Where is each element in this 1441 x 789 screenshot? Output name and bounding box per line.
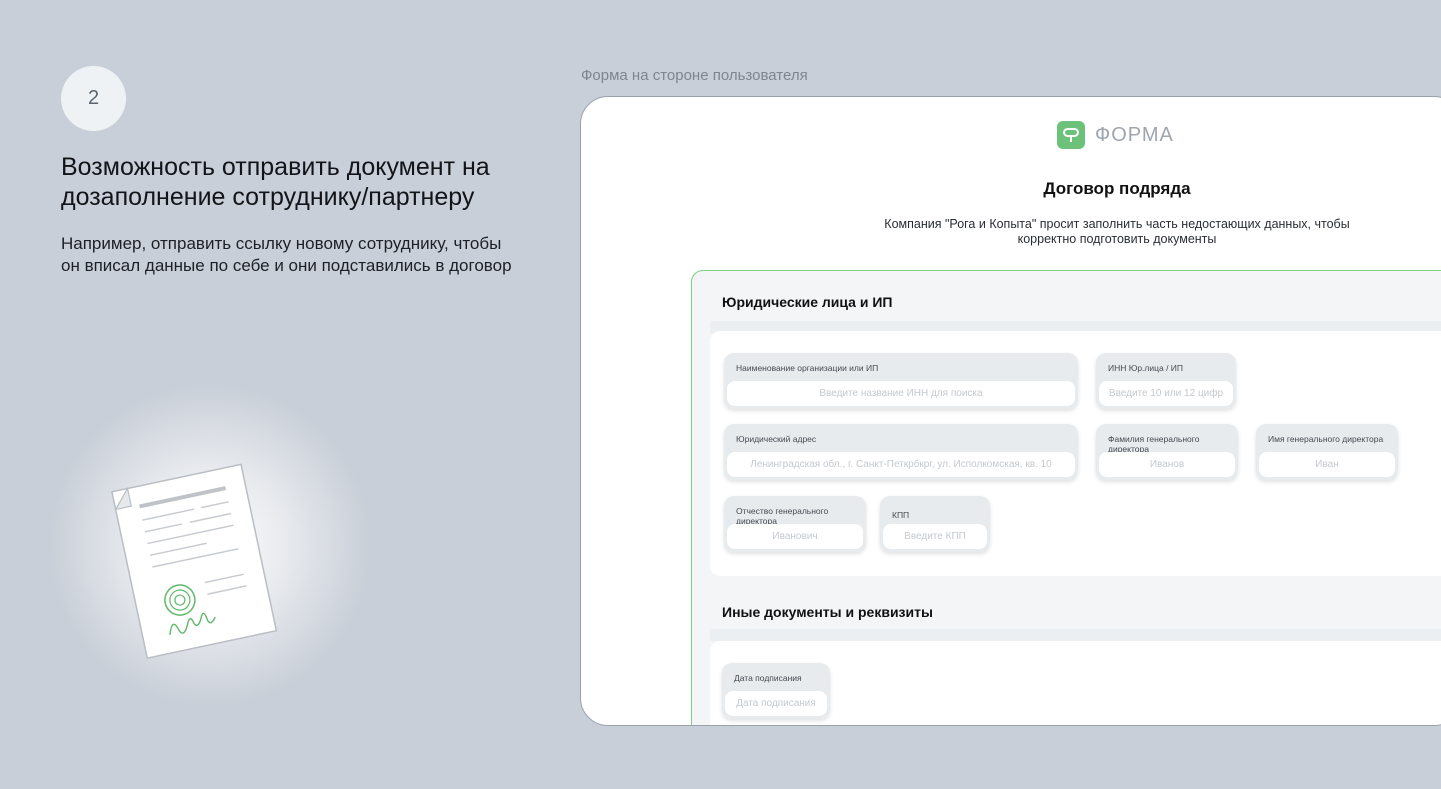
director-first-name-input[interactable]: Иван [1259,452,1395,477]
director-last-name-input[interactable]: Иванов [1099,452,1235,477]
logo-text: ФОРМА [1095,123,1174,146]
director-middle-name-input[interactable]: Иванович [727,524,863,549]
form-caption: Форма на стороне пользователя [581,67,808,84]
inn-input[interactable]: Введите 10 или 12 цифр [1099,381,1233,406]
director-first-name-field: Имя генерального директора Иван [1256,424,1398,480]
section-divider [710,629,1441,641]
step-number: 2 [87,87,100,109]
kpp-label: КПП [892,510,910,520]
director-last-name-field: Фамилия генерального директора Иванов [1096,424,1238,480]
section-title-legal: Юридические лица и ИП [722,294,893,310]
inn-label: ИНН Юр.лица / ИП [1108,363,1184,373]
slide-description: Например, отправить ссылку новому сотруд… [61,234,512,275]
director-last-name-label: Фамилия генерального директора [1108,434,1200,454]
kpp-input[interactable]: Введите КПП [883,524,987,549]
org-name-label: Наименование организации или ИП [736,363,879,373]
step-number-badge: 2 [61,66,126,131]
section-title-other: Иные документы и реквизиты [722,604,933,620]
forma-logo-icon [1057,121,1085,149]
signed-document-icon [111,463,278,660]
director-first-name-label: Имя генерального директора [1268,434,1384,444]
sign-date-label: Дата подписания [734,673,802,683]
org-name-input[interactable]: Введите название ИНН для поиска [727,381,1075,406]
address-input[interactable]: Ленинградская обл., г. Санкт-Петкрбкрг, … [727,452,1075,477]
director-middle-name-field: Отчество генерального директора Иванович [724,496,866,552]
section-legal: Наименование организации или ИП Введите … [710,331,1441,576]
address-field: Юридический адрес Ленинградская обл., г.… [724,424,1078,480]
sign-date-field: Дата подписания Дата подписания [722,663,830,719]
kpp-field: КПП Введите КПП [880,496,990,552]
section-other: Дата подписания Дата подписания [710,641,1441,725]
sign-date-input[interactable]: Дата подписания [725,691,827,716]
inn-field: ИНН Юр.лица / ИП Введите 10 или 12 цифр [1096,353,1236,409]
org-name-field: Наименование организации или ИП Введите … [724,353,1078,409]
address-label: Юридический адрес [736,434,817,444]
slide-heading: Возможность отправить документ на дозапо… [61,153,490,211]
form-window: ФОРМА Договор подряда Компания "Рога и К… [580,96,1441,726]
director-middle-name-label: Отчество генерального директора [736,506,829,526]
form-panel: Юридические лица и ИП Наименование орган… [691,270,1441,725]
document-title: Договор подряда [1043,179,1191,198]
forma-logo: ФОРМА [1057,121,1174,149]
document-subtitle: Компания "Рога и Копыта" просит заполнит… [884,217,1350,246]
